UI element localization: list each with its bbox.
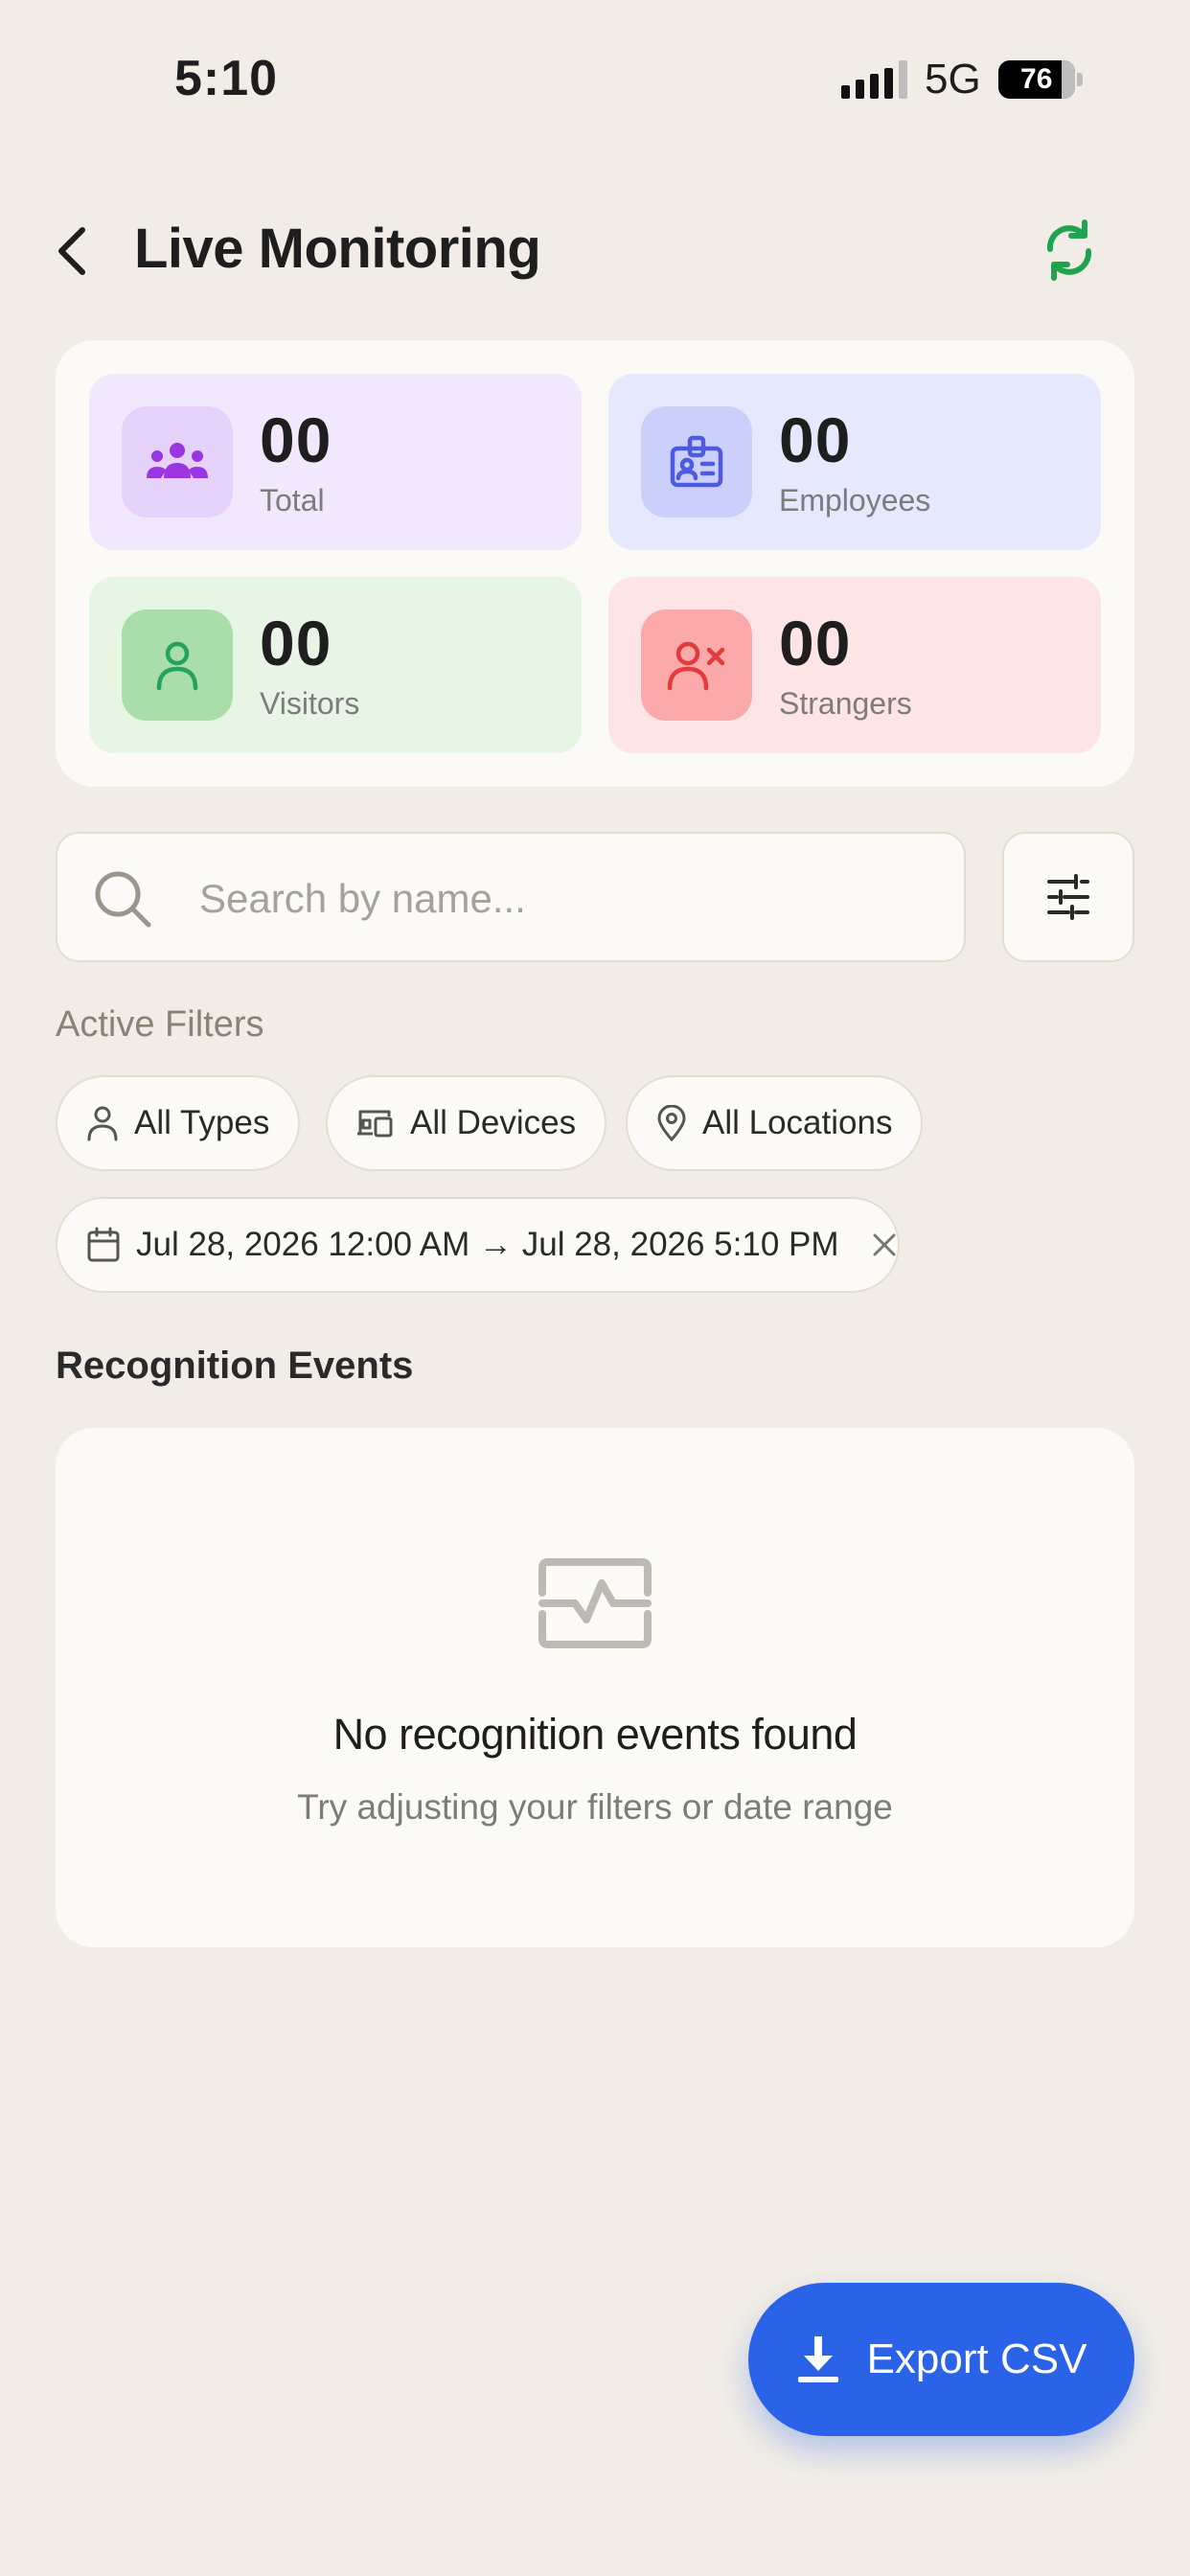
chip-label: All Devices [410, 1104, 577, 1141]
empty-state-title: No recognition events found [332, 1710, 858, 1759]
location-pin-icon [657, 1105, 686, 1141]
signal-icon [841, 60, 907, 99]
stat-total[interactable]: 00 Total [89, 374, 582, 550]
status-icons: 5G 76 [841, 56, 1083, 104]
search-input[interactable] [199, 868, 927, 930]
back-button[interactable] [50, 222, 98, 280]
activity-icon [538, 1558, 652, 1648]
stat-value: 00 [260, 404, 332, 475]
network-type: 5G [925, 56, 981, 103]
export-csv-button[interactable]: Export CSV [748, 2283, 1134, 2436]
battery-level: 76 [1020, 63, 1053, 95]
stat-label: Strangers [779, 686, 912, 721]
user-icon [87, 1106, 118, 1141]
filter-chip-devices[interactable]: All Devices [326, 1075, 607, 1171]
user-icon [122, 610, 233, 721]
sliders-icon [1047, 874, 1089, 920]
calendar-icon [87, 1227, 120, 1262]
active-filters-label: Active Filters [56, 1004, 264, 1045]
chip-label: All Types [134, 1104, 270, 1141]
stat-label: Employees [779, 483, 931, 518]
people-icon [122, 406, 233, 518]
refresh-icon [1046, 219, 1092, 281]
stat-strangers[interactable]: 00 Strangers [608, 577, 1101, 753]
stats-card: 00 Total 00 Employees 00 Visitors 00 Str… [56, 340, 1134, 787]
battery-icon: 76 [997, 60, 1083, 99]
refresh-button[interactable] [1041, 217, 1098, 284]
filter-chip-types[interactable]: All Types [56, 1075, 301, 1171]
chip-label: All Locations [702, 1104, 893, 1141]
search-icon [95, 871, 151, 928]
export-label: Export CSV [866, 2335, 1087, 2382]
empty-state-subtitle: Try adjusting your filters or date range [297, 1787, 893, 1827]
stat-label: Total [260, 483, 325, 518]
stat-value: 00 [779, 608, 852, 678]
page-title: Live Monitoring [134, 218, 541, 280]
filter-chip-locations[interactable]: All Locations [626, 1075, 924, 1171]
filter-chip-date-range[interactable]: Jul 28, 2026 12:00 AM → Jul 28, 2026 5:1… [56, 1197, 900, 1293]
stat-visitors[interactable]: 00 Visitors [89, 577, 582, 753]
close-icon[interactable] [872, 1232, 897, 1257]
chip-label: Jul 28, 2026 12:00 AM → Jul 28, 2026 5:1… [136, 1226, 839, 1263]
events-empty-card [56, 1428, 1134, 1947]
devices-icon [357, 1110, 393, 1138]
status-time: 5:10 [174, 51, 279, 106]
user-x-icon [641, 610, 752, 721]
stat-value: 00 [260, 608, 332, 678]
stat-label: Visitors [260, 686, 360, 721]
search-box [56, 832, 966, 962]
stat-employees[interactable]: 00 Employees [608, 374, 1101, 550]
download-icon [797, 2336, 838, 2382]
stat-value: 00 [779, 404, 852, 475]
id-badge-icon [641, 406, 752, 518]
events-section-title: Recognition Events [56, 1345, 414, 1387]
chevron-left-icon [58, 227, 85, 275]
filter-button[interactable] [1002, 832, 1134, 962]
